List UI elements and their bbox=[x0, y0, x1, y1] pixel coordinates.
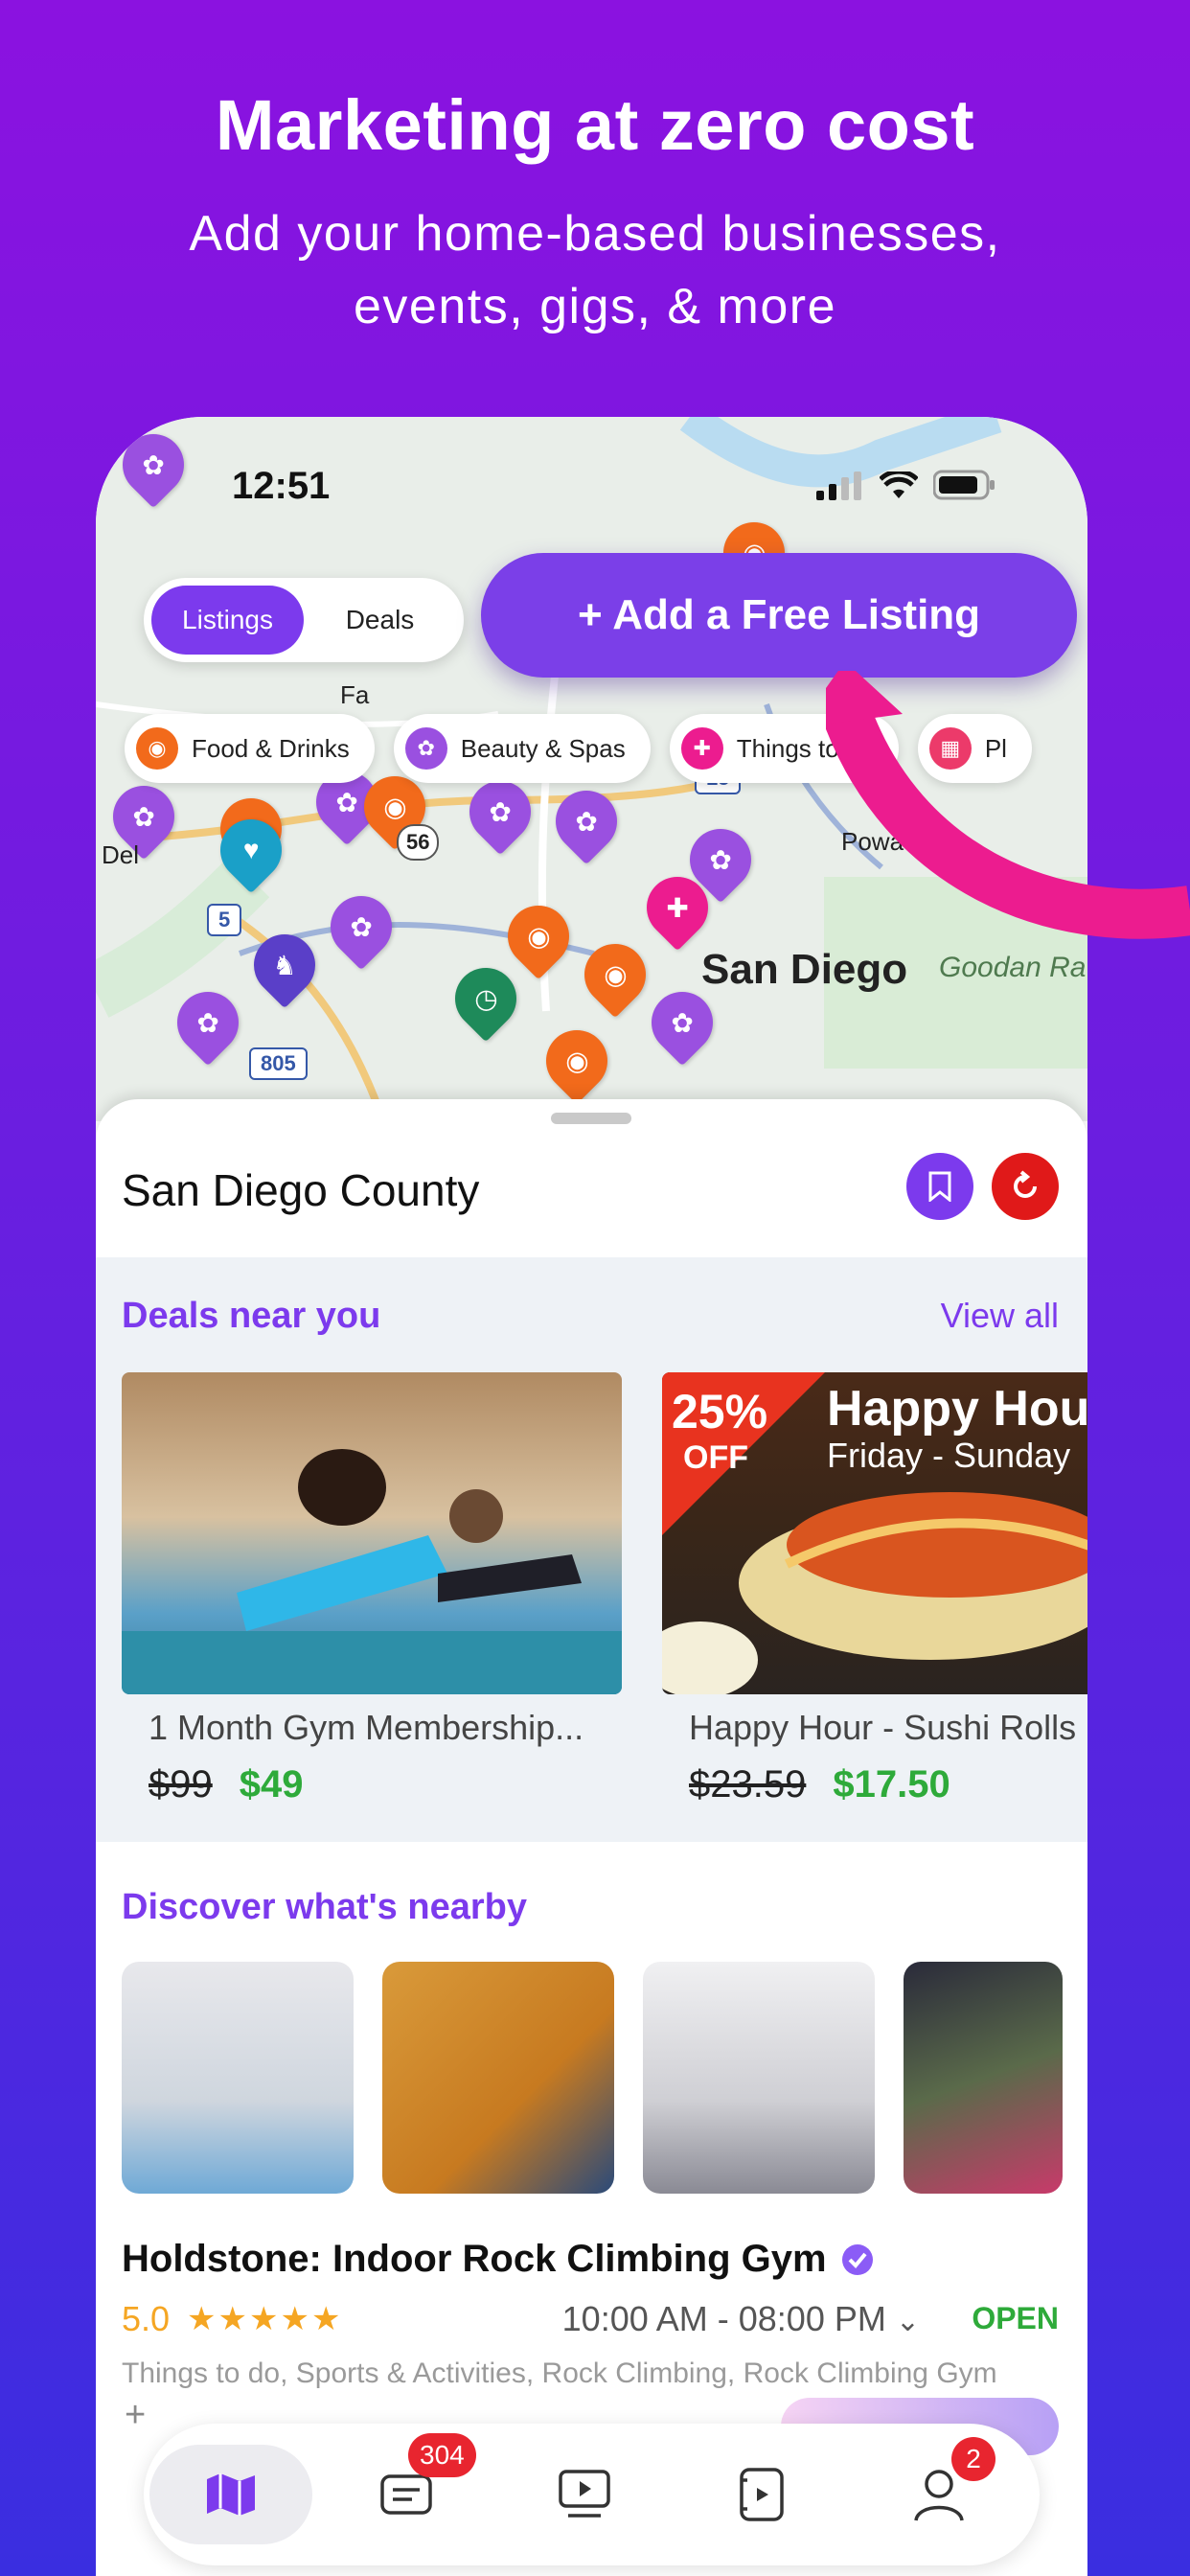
discover-photos[interactable] bbox=[122, 1962, 1063, 2194]
discover-title: Discover what's nearby bbox=[122, 1887, 527, 1927]
tab-videos[interactable] bbox=[503, 2445, 666, 2544]
reels-icon bbox=[740, 2468, 784, 2521]
deals-section: Deals near you View all 1 Month Gym Memb… bbox=[96, 1257, 1087, 1842]
pink-arrow-icon bbox=[826, 671, 1190, 939]
county-title: San Diego County bbox=[122, 1165, 480, 1215]
business-hours-dropdown[interactable]: 10:00 AM - 08:00 PM ⌄ bbox=[562, 2299, 920, 2339]
chip-label: Beauty & Spas bbox=[460, 733, 626, 763]
rating-row: 5.0 ★★★★★ bbox=[122, 2299, 342, 2339]
deal-name: Happy Hour - Sushi Rolls bbox=[689, 1708, 1077, 1747]
discount-off: OFF bbox=[683, 1439, 748, 1476]
segment-listings[interactable]: Listings bbox=[151, 586, 304, 655]
tab-messages[interactable]: 304 bbox=[326, 2433, 489, 2544]
deal-overlay-subtitle: Friday - Sunday bbox=[827, 1436, 1071, 1475]
status-time: 12:51 bbox=[232, 465, 331, 507]
map-label-fairbanks: Fa bbox=[340, 680, 370, 709]
listings-deals-toggle[interactable]: Listings Deals bbox=[144, 578, 464, 662]
deal-overlay-title: Happy Hou bbox=[827, 1381, 1087, 1437]
deal-prices: $99 $49 bbox=[149, 1763, 622, 1806]
fork-knife-icon: ◉ bbox=[136, 727, 178, 770]
tab-reels[interactable] bbox=[680, 2445, 843, 2544]
discount-percent: 25% bbox=[672, 1385, 768, 1438]
tab-map[interactable] bbox=[149, 2445, 312, 2544]
deal-old-price: $23.59 bbox=[689, 1763, 807, 1806]
chip-beauty-spas[interactable]: ✿ Beauty & Spas bbox=[393, 714, 651, 783]
road-shield-5: 5 bbox=[207, 904, 242, 936]
road-shield-56: 56 bbox=[397, 824, 440, 861]
segment-deals[interactable]: Deals bbox=[304, 586, 456, 655]
refresh-button[interactable] bbox=[992, 1153, 1059, 1220]
chevron-down-icon: ⌄ bbox=[895, 2306, 920, 2337]
view-all-link[interactable]: View all bbox=[941, 1296, 1059, 1336]
deal-prices: $23.59 $17.50 bbox=[689, 1763, 1087, 1806]
video-player-icon bbox=[559, 2470, 610, 2518]
climbing-photo[interactable] bbox=[904, 1962, 1063, 2194]
bookmark-button[interactable] bbox=[906, 1153, 973, 1220]
star-rating-icon: ★★★★★ bbox=[187, 2301, 343, 2337]
deal-new-price: $17.50 bbox=[833, 1763, 950, 1806]
ticket-icon: ✚ bbox=[680, 727, 723, 770]
business-categories: Things to do, Sports & Activities, Rock … bbox=[122, 2358, 997, 2389]
plus-icon[interactable]: + bbox=[125, 2395, 146, 2436]
deal-image-gym bbox=[122, 1372, 622, 1694]
chip-food-drinks[interactable]: ◉ Food & Drinks bbox=[125, 714, 375, 783]
promo-headline: Marketing at zero cost bbox=[215, 85, 975, 165]
deal-new-price: $49 bbox=[239, 1763, 304, 1806]
map-label-del: Del bbox=[102, 840, 140, 869]
promo-subline: Add your home-based businesses, events, … bbox=[189, 206, 1001, 334]
business-name-row[interactable]: Holdstone: Indoor Rock Climbing Gym bbox=[122, 2238, 875, 2281]
verified-badge-icon bbox=[841, 2243, 873, 2275]
profile-badge: 2 bbox=[951, 2437, 995, 2481]
bottom-tab-bar: 304 2 bbox=[144, 2424, 1040, 2565]
deals-title: Deals near you bbox=[122, 1296, 381, 1336]
open-status-badge: OPEN bbox=[972, 2301, 1059, 2335]
sheet-drag-handle[interactable] bbox=[551, 1113, 631, 1124]
bottom-sheet: San Diego County Deals near you View all bbox=[96, 1099, 1087, 2576]
climbing-photo[interactable] bbox=[382, 1962, 614, 2194]
map-icon bbox=[207, 2473, 255, 2516]
status-icons bbox=[816, 470, 996, 500]
business-hours: 10:00 AM - 08:00 PM bbox=[561, 2299, 886, 2338]
chip-label: Food & Drinks bbox=[192, 733, 350, 763]
bookmark-icon bbox=[928, 1171, 951, 1202]
messages-icon bbox=[380, 2474, 432, 2515]
gym-plank-illustration bbox=[122, 1449, 622, 1694]
messages-badge: 304 bbox=[408, 2433, 476, 2477]
deal-name: 1 Month Gym Membership... bbox=[149, 1708, 584, 1747]
deal-card-sushi[interactable]: 25% OFF Happy Hou Friday - Sunday Happy … bbox=[662, 1372, 1087, 1806]
tab-profile[interactable]: 2 bbox=[858, 2437, 1020, 2544]
refresh-icon bbox=[1014, 1170, 1037, 1198]
road-shield-805: 805 bbox=[249, 1047, 308, 1080]
wifi-icon bbox=[880, 472, 918, 498]
battery-icon bbox=[933, 470, 995, 500]
deal-image-sushi: 25% OFF Happy Hou Friday - Sunday bbox=[662, 1372, 1087, 1694]
business-name: Holdstone: Indoor Rock Climbing Gym bbox=[122, 2238, 827, 2280]
climbing-photo[interactable] bbox=[643, 1962, 875, 2194]
rating-value: 5.0 bbox=[122, 2299, 171, 2338]
lotus-icon: ✿ bbox=[404, 727, 447, 770]
deal-card-gym[interactable]: 1 Month Gym Membership... $99 $49 bbox=[122, 1372, 622, 1806]
climbing-photo[interactable] bbox=[122, 1962, 354, 2194]
cellular-signal-icon bbox=[816, 472, 861, 500]
add-free-listing-button[interactable]: + Add a Free Listing bbox=[481, 553, 1077, 678]
deal-old-price: $99 bbox=[149, 1763, 213, 1806]
